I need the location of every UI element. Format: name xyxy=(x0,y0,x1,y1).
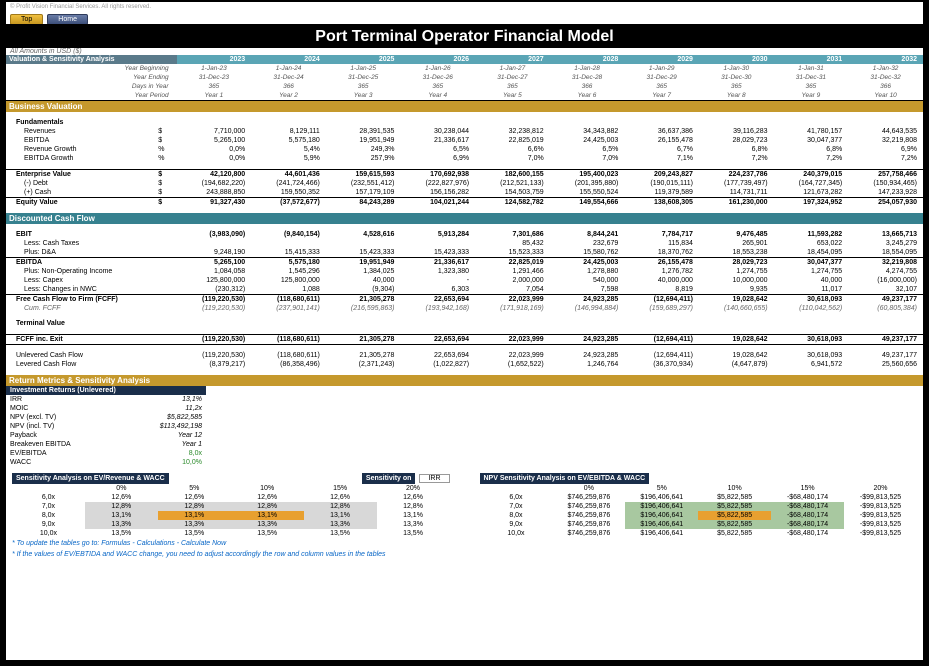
section-business-valuation: Business Valuation xyxy=(6,101,923,113)
main-table: Valuation & Sensitivity Analysis 2023202… xyxy=(6,55,923,386)
copyright: © Profit Vision Financial Services. All … xyxy=(6,2,923,12)
page-title: Port Terminal Operator Financial Model xyxy=(6,24,923,50)
currency-note: All Amounts in USD ($) xyxy=(6,48,923,55)
footnote-2: * If the values of EV/EBTIDA and WACC ch… xyxy=(6,549,923,560)
section-returns: Return Metrics & Sensitivity Analysis xyxy=(6,375,923,386)
sens2-title: NPV Sensitivity Analysis on EV/EBITDA & … xyxy=(480,473,650,484)
sens1-metric[interactable]: IRR xyxy=(419,474,449,483)
metrics-table: Investment Returns (Unlevered) IRR13,1% … xyxy=(6,386,206,467)
sens1-title: Sensitivity Analysis on EV/Revenue & WAC… xyxy=(12,473,169,484)
sens2-table: 0%5%10%15%20% 6,0x$746,259,876$196,406,6… xyxy=(480,484,918,538)
section-valuation: Valuation & Sensitivity Analysis xyxy=(6,55,177,64)
section-dcf: Discounted Cash Flow xyxy=(6,213,923,224)
footnote-1: * To update the tables go to: Formulas -… xyxy=(6,538,923,549)
sens1-table: 0%5%10%15%20% 6,0x12,6%12,6%12,6%12,6%12… xyxy=(12,484,450,538)
